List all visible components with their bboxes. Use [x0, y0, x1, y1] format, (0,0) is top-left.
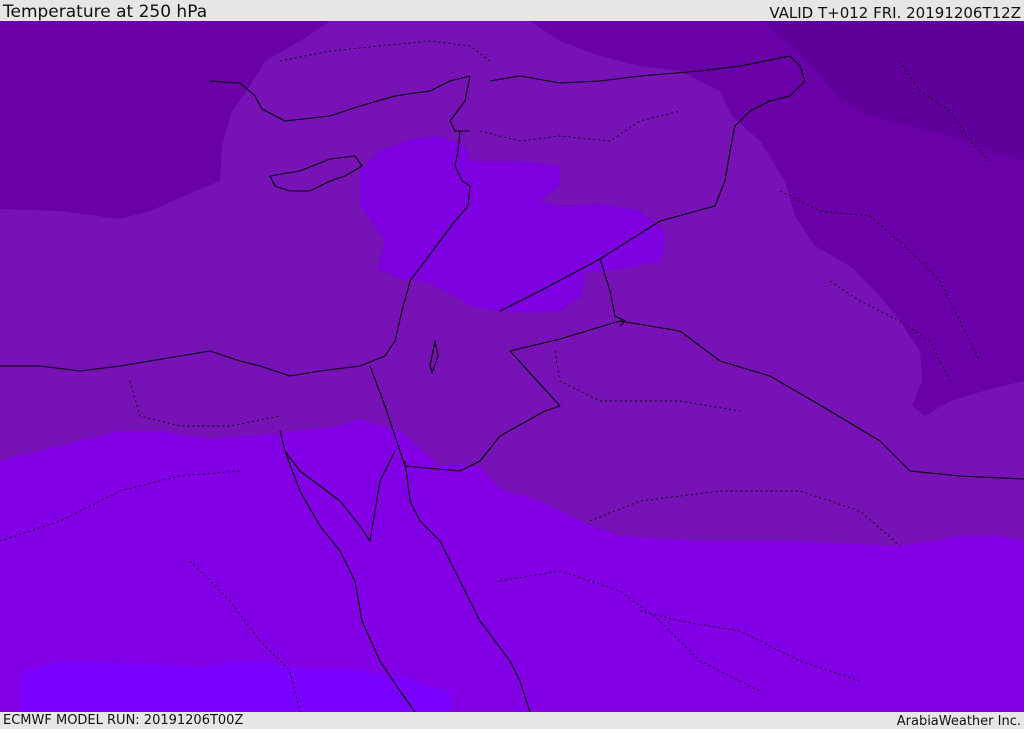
- map-footer: ECMWF MODEL RUN: 20191206T00Z ArabiaWeat…: [0, 712, 1024, 729]
- model-run-label: ECMWF MODEL RUN: 20191206T00Z: [3, 713, 244, 728]
- valid-time: VALID T+012 FRI. 20191206T12Z: [769, 4, 1021, 22]
- temperature-map: [0, 21, 1024, 712]
- map-title: Temperature at 250 hPa: [3, 2, 208, 22]
- credit-label: ArabiaWeather Inc.: [896, 714, 1021, 729]
- map-header: Temperature at 250 hPa VALID T+012 FRI. …: [0, 0, 1024, 21]
